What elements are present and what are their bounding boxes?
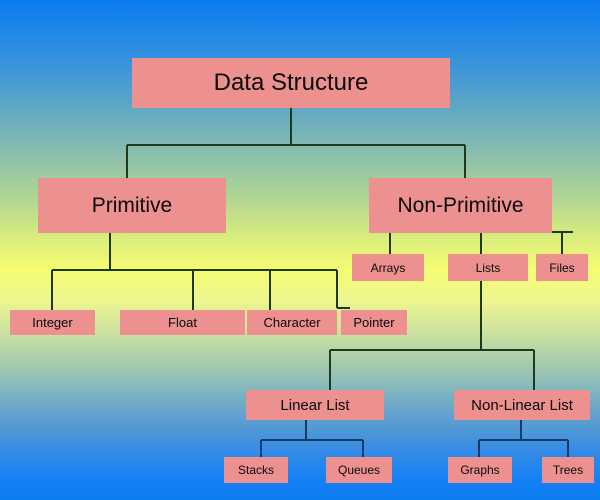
node-label: Non-Linear List xyxy=(471,396,573,414)
node-data-structure[interactable]: Data Structure xyxy=(132,58,450,108)
node-stacks[interactable]: Stacks xyxy=(224,457,288,483)
node-arrays[interactable]: Arrays xyxy=(352,254,424,281)
node-label: Lists xyxy=(475,260,501,275)
node-pointer[interactable]: Pointer xyxy=(341,310,407,335)
node-graphs[interactable]: Graphs xyxy=(448,457,512,483)
node-label: Graphs xyxy=(460,463,500,477)
node-queues[interactable]: Queues xyxy=(326,457,392,483)
node-label: Stacks xyxy=(237,463,274,477)
node-trees[interactable]: Trees xyxy=(542,457,594,483)
node-label: Queues xyxy=(337,463,381,477)
node-primitive[interactable]: Primitive xyxy=(38,178,226,233)
node-float[interactable]: Float xyxy=(120,310,245,335)
node-label: Character xyxy=(263,315,321,330)
node-character[interactable]: Character xyxy=(247,310,337,335)
node-lists[interactable]: Lists xyxy=(448,254,528,281)
node-label: Pointer xyxy=(353,315,395,330)
node-label: Trees xyxy=(552,463,584,477)
node-label: Float xyxy=(168,315,197,330)
node-files[interactable]: Files xyxy=(536,254,588,281)
node-label: Files xyxy=(549,260,575,275)
diagram-canvas: Data Structure Primitive Non-Primitive A… xyxy=(0,0,600,500)
node-non-primitive[interactable]: Non-Primitive xyxy=(369,178,552,233)
node-integer[interactable]: Integer xyxy=(10,310,95,335)
node-label: Non-Primitive xyxy=(397,194,524,217)
node-label: Integer xyxy=(32,315,73,330)
node-label: Data Structure xyxy=(213,69,369,96)
node-linear-list[interactable]: Linear List xyxy=(246,390,384,420)
node-label: Arrays xyxy=(370,260,406,275)
node-label: Primitive xyxy=(91,194,173,217)
node-label: Linear List xyxy=(280,396,350,414)
node-non-linear-list[interactable]: Non-Linear List xyxy=(454,390,590,420)
